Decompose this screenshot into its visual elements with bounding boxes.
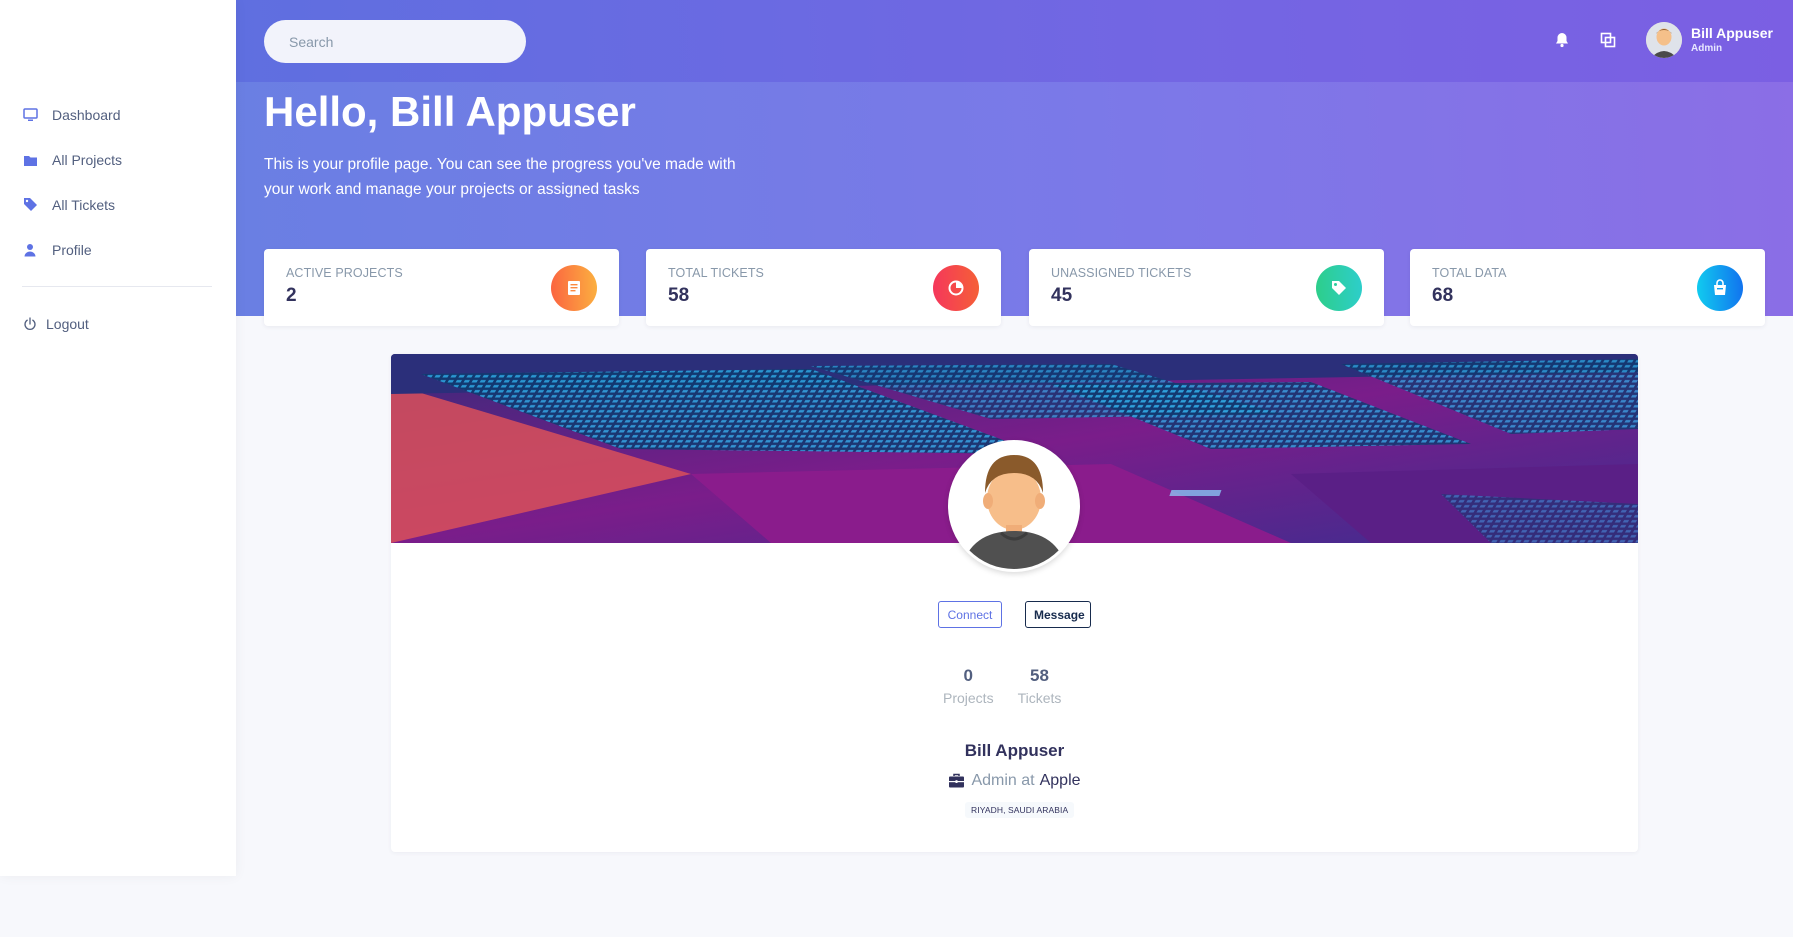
copy-icon[interactable] [1598,30,1618,50]
connect-button[interactable]: Connect [938,601,1002,628]
sidebar-item-label: All Projects [52,151,123,168]
sidebar-divider [22,286,212,287]
sidebar-item-label: All Tickets [52,196,116,213]
stat-card-active-projects: ACTIVE PROJECTS 2 [264,249,619,326]
sidebar-item-label: Logout [46,315,89,332]
sidebar-item-profile[interactable]: Profile [0,227,236,272]
user-role: Admin [1691,43,1723,54]
stat-label: TOTAL DATA [1432,266,1507,280]
stat-label: ACTIVE PROJECTS [286,266,403,280]
user-icon [22,242,38,258]
profile-company: Apple [1039,772,1081,789]
stat-label: UNASSIGNED TICKETS [1051,266,1192,280]
page-title: Hello, Bill Appuser [264,88,636,135]
search-input[interactable] [264,20,526,63]
power-icon [22,316,38,332]
sidebar-nav: Dashboard All Projects All Tickets Profi… [0,92,236,346]
count-label: Projects [943,690,994,706]
sidebar-item-label: Profile [52,241,92,258]
profile-stats: 0 Projects 58 Tickets [931,666,1073,706]
count-value: 58 [1030,666,1049,685]
stat-card-unassigned-tickets: UNASSIGNED TICKETS 45 [1029,249,1384,326]
top-navbar: Bill Appuser Admin [236,0,1793,82]
profile-title: Admin at [971,772,1035,789]
location-badge: RIYADH, SAUDI ARABIA [965,802,1075,818]
count-tickets: 58 Tickets [1018,666,1062,706]
sidebar-item-logout[interactable]: Logout [0,301,236,346]
count-value: 0 [963,666,974,685]
stat-label: TOTAL TICKETS [668,266,764,280]
bag-icon [1697,265,1743,311]
sidebar-item-dashboard[interactable]: Dashboard [0,92,236,137]
bell-icon[interactable] [1552,30,1572,50]
profile-card: Connect Message 0 Projects 58 Tickets Bi… [391,354,1638,852]
stat-card-total-data: TOTAL DATA 68 [1410,249,1765,326]
sidebar-item-all-tickets[interactable]: All Tickets [0,182,236,227]
count-label: Tickets [1017,690,1062,706]
sidebar-item-all-projects[interactable]: All Projects [0,137,236,182]
stats-row: ACTIVE PROJECTS 2 TOTAL TICKETS 58 UNASS… [264,249,1765,326]
pie-chart-icon [933,265,979,311]
page-description: This is your profile page. You can see t… [264,156,736,198]
profile-name: Bill Appuser [964,741,1065,760]
stat-card-total-tickets: TOTAL TICKETS 58 [646,249,1001,326]
tag-icon [22,197,38,213]
sidebar: Dashboard All Projects All Tickets Profi… [0,0,236,876]
briefcase-icon [948,773,965,789]
user-menu[interactable]: Bill Appuser Admin [1646,22,1773,58]
folder-icon [22,152,38,168]
message-button[interactable]: Message [1025,601,1091,628]
user-info: Bill Appuser Admin [1691,25,1773,55]
profile-avatar [948,440,1080,572]
document-icon [551,265,597,311]
sidebar-item-label: Dashboard [52,106,121,123]
user-name: Bill Appuser [1691,25,1773,41]
avatar [1646,22,1682,58]
count-projects: 0 Projects [943,666,994,706]
profile-job: Admin at Apple [391,772,1638,790]
monitor-icon [22,107,38,123]
tag-icon [1316,265,1362,311]
